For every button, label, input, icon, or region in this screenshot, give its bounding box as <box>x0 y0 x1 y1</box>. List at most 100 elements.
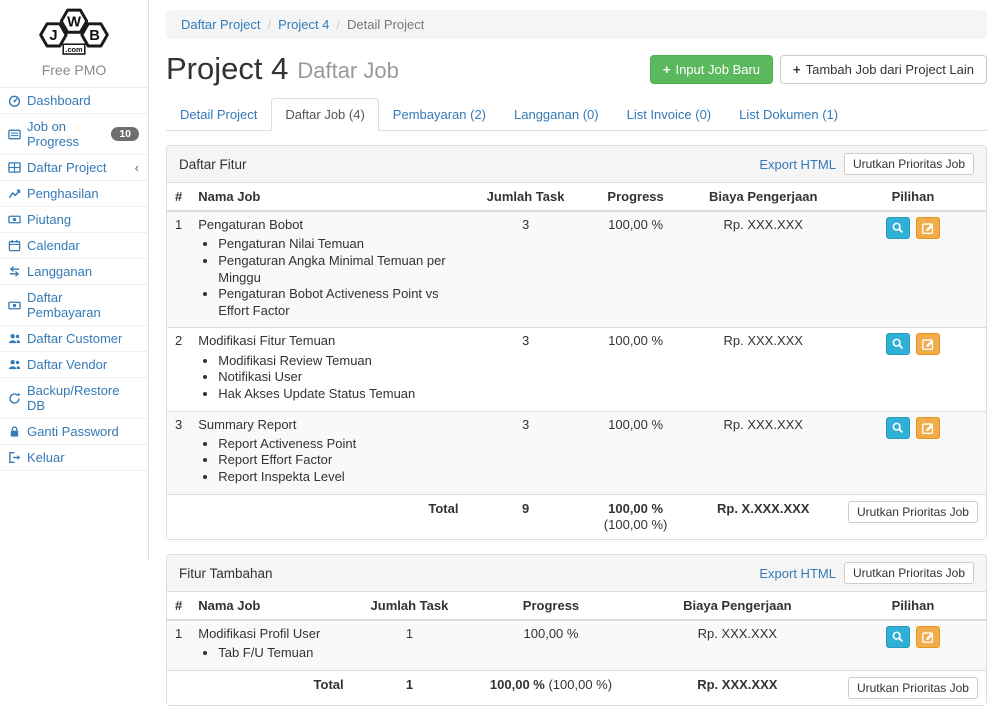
job-name: Modifikasi Profil User <box>198 626 320 641</box>
tab-list-invoice[interactable]: List Invoice (0) <box>613 98 726 131</box>
row-actions <box>840 328 986 411</box>
table-row: 1 Modifikasi Profil User Tab F/U Temuan … <box>167 620 986 670</box>
breadcrumb-project-4[interactable]: Project 4 <box>278 17 329 32</box>
sidebar-item-label: Penghasilan <box>27 186 99 201</box>
row-cost: Rp. XXX.XXX <box>687 211 840 328</box>
col-jumlah-task: Jumlah Task <box>466 183 584 211</box>
tab-pembayaran[interactable]: Pembayaran (2) <box>379 98 500 131</box>
total-row: Total 9 100,00 % (100,00 %) Rp. X.XXX.XX… <box>167 494 986 539</box>
view-job-button[interactable] <box>886 626 910 648</box>
tab-detail-project[interactable]: Detail Project <box>166 98 271 131</box>
page-subtitle: Daftar Job <box>297 58 399 84</box>
total-progress-paren: (100,00 %) <box>548 677 612 692</box>
row-cost: Rp. XXX.XXX <box>635 620 840 670</box>
row-no: 3 <box>167 411 190 494</box>
sidebar-item-langganan[interactable]: Langganan <box>0 259 148 285</box>
breadcrumb: Daftar Project / Project 4 / Detail Proj… <box>166 10 987 39</box>
subtask: Pengaturan Bobot Activeness Point vs Eff… <box>218 286 458 319</box>
fitur-tambahan-table: # Nama Job Jumlah Task Progress Biaya Pe… <box>167 592 986 705</box>
panel-heading: Fitur Tambahan Export HTML Urutkan Prior… <box>167 555 986 592</box>
main-content: Daftar Project / Project 4 / Detail Proj… <box>150 0 1000 560</box>
export-html-link[interactable]: Export HTML <box>759 566 836 581</box>
row-no: 2 <box>167 328 190 411</box>
jwb-logo-icon: J W B .com <box>25 4 123 56</box>
total-progress-value: 100,00 % <box>490 677 545 692</box>
sidebar: J W B .com Free PMO Dashboard Job on Pro… <box>0 0 149 560</box>
plus-icon: + <box>793 63 801 76</box>
sidebar-menu: Dashboard Job on Progress 10 Daftar Proj… <box>0 87 148 471</box>
daftar-fitur-table: # Nama Job Jumlah Task Progress Biaya Pe… <box>167 183 986 539</box>
row-progress: 100,00 % <box>585 211 687 328</box>
table-row: 3 Summary Report Report Activeness Point… <box>167 411 986 494</box>
view-job-button[interactable] <box>886 217 910 239</box>
view-job-button[interactable] <box>886 417 910 439</box>
sidebar-item-daftar-project[interactable]: Daftar Project ‹ <box>0 155 148 181</box>
urutkan-prioritas-job-button[interactable]: Urutkan Prioritas Job <box>844 562 974 584</box>
edit-job-button[interactable] <box>916 217 940 239</box>
money-icon <box>8 299 21 312</box>
sidebar-item-keluar[interactable]: Keluar <box>0 445 148 471</box>
col-progress: Progress <box>467 592 634 620</box>
tambah-job-dari-project-lain-button[interactable]: + Tambah Job dari Project Lain <box>780 55 987 84</box>
sidebar-item-label: Backup/Restore DB <box>27 383 139 413</box>
logo-letter-w: W <box>67 15 81 31</box>
col-nama-job: Nama Job <box>190 183 466 211</box>
urutkan-prioritas-job-button[interactable]: Urutkan Prioritas Job <box>844 153 974 175</box>
row-tasks: 3 <box>466 211 584 328</box>
sidebar-item-calendar[interactable]: Calendar <box>0 233 148 259</box>
sidebar-item-dashboard[interactable]: Dashboard <box>0 88 148 114</box>
sidebar-item-daftar-customer[interactable]: Daftar Customer <box>0 326 148 352</box>
logo-letter-j: J <box>49 28 57 44</box>
view-job-button[interactable] <box>886 333 910 355</box>
row-progress: 100,00 % <box>585 328 687 411</box>
search-icon <box>891 221 905 235</box>
app-logo: J W B .com <box>0 0 148 59</box>
urutkan-prioritas-job-button[interactable]: Urutkan Prioritas Job <box>848 677 978 699</box>
edit-job-button[interactable] <box>916 626 940 648</box>
sidebar-item-daftar-vendor[interactable]: Daftar Vendor <box>0 352 148 378</box>
row-name-cell: Modifikasi Fitur Temuan Modifikasi Revie… <box>190 328 466 411</box>
sidebar-item-label: Dashboard <box>27 93 91 108</box>
sidebar-item-backup-restore[interactable]: Backup/Restore DB <box>0 378 148 419</box>
money-icon <box>8 213 21 226</box>
subtask: Report Effort Factor <box>218 452 458 469</box>
sidebar-item-label: Daftar Vendor <box>27 357 107 372</box>
breadcrumb-daftar-project[interactable]: Daftar Project <box>181 17 260 32</box>
sidebar-item-job-on-progress[interactable]: Job on Progress 10 <box>0 114 148 155</box>
sidebar-item-ganti-password[interactable]: Ganti Password <box>0 419 148 445</box>
urutkan-prioritas-job-button[interactable]: Urutkan Prioritas Job <box>848 501 978 523</box>
tab-langganan[interactable]: Langganan (0) <box>500 98 613 131</box>
edit-job-button[interactable] <box>916 417 940 439</box>
users-icon <box>8 358 21 371</box>
pencil-square-icon <box>921 337 935 351</box>
sidebar-item-penghasilan[interactable]: Penghasilan <box>0 181 148 207</box>
dashboard-icon <box>8 94 21 107</box>
breadcrumb-separator: / <box>267 17 271 32</box>
job-subtasks: Pengaturan Nilai Temuan Pengaturan Angka… <box>200 236 458 319</box>
plus-icon: + <box>663 63 671 76</box>
subtask: Modifikasi Review Temuan <box>218 353 458 370</box>
sidebar-item-label: Job on Progress <box>27 119 105 149</box>
sidebar-item-piutang[interactable]: Piutang <box>0 207 148 233</box>
row-tasks: 3 <box>466 328 584 411</box>
job-subtasks: Modifikasi Review Temuan Notifikasi User… <box>200 353 458 403</box>
tab-list-dokumen[interactable]: List Dokumen (1) <box>725 98 852 131</box>
edit-job-button[interactable] <box>916 333 940 355</box>
page-title: Project 4 <box>166 52 288 86</box>
sidebar-item-daftar-pembayaran[interactable]: Daftar Pembayaran <box>0 285 148 326</box>
input-job-baru-button[interactable]: + Input Job Baru <box>650 55 773 84</box>
sidebar-item-label: Ganti Password <box>27 424 119 439</box>
col-no: # <box>167 183 190 211</box>
subtask: Tab F/U Temuan <box>218 645 343 662</box>
exchange-icon <box>8 265 21 278</box>
subtask: Notifikasi User <box>218 369 458 386</box>
tab-daftar-job[interactable]: Daftar Job (4) <box>271 98 378 131</box>
button-label: Tambah Job dari Project Lain <box>806 62 974 77</box>
logo-dotcom: .com <box>65 45 83 54</box>
row-progress: 100,00 % <box>585 411 687 494</box>
export-html-link[interactable]: Export HTML <box>759 157 836 172</box>
job-subtasks: Report Activeness Point Report Effort Fa… <box>200 436 458 486</box>
total-progress: 100,00 % (100,00 %) <box>585 494 687 539</box>
subtask: Hak Akses Update Status Temuan <box>218 386 458 403</box>
total-label: Total <box>190 671 351 706</box>
